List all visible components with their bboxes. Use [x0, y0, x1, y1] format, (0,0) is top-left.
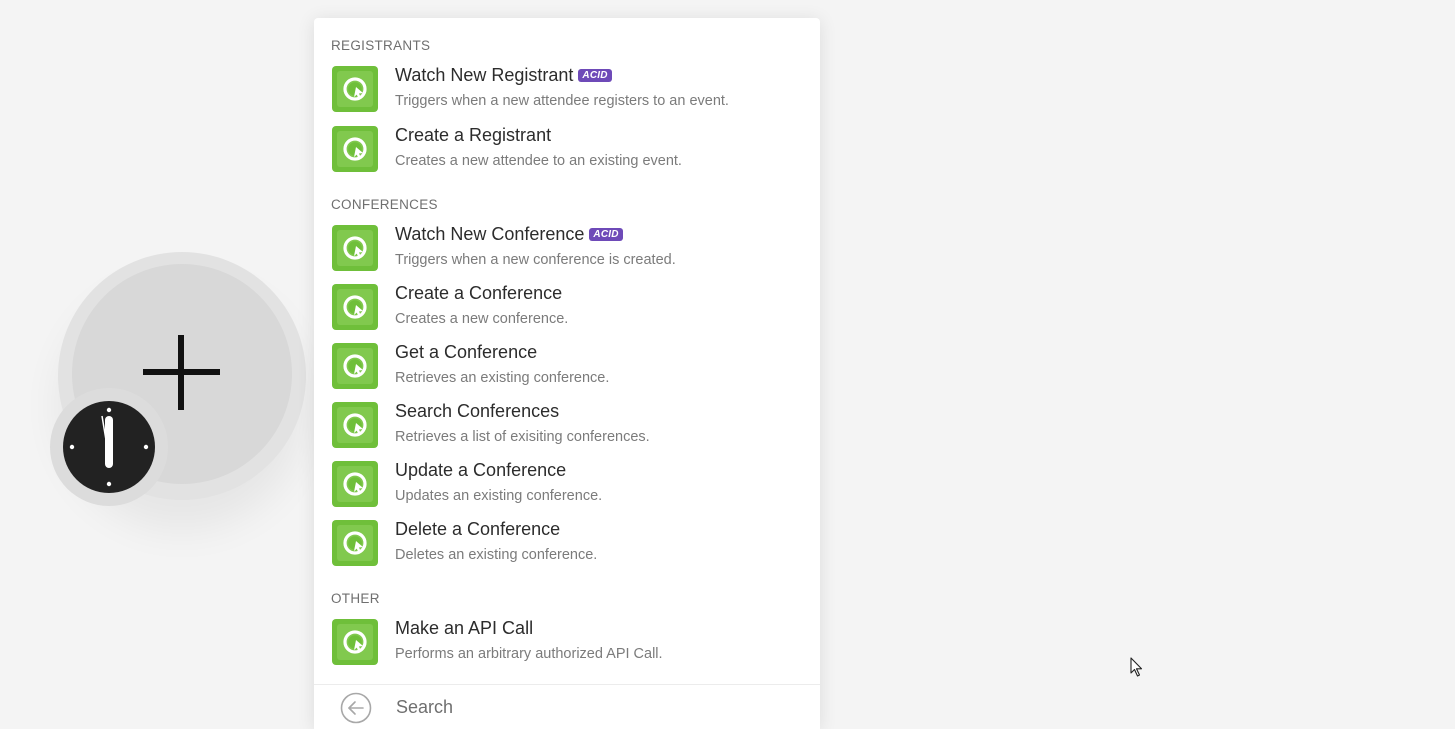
module-item-description: Creates a new conference. [395, 311, 569, 327]
module-item-title: Delete a Conference [395, 519, 561, 539]
app-logo-icon [332, 461, 378, 507]
module-item-title: Search Conferences [395, 401, 560, 421]
app-logo-icon [332, 619, 378, 665]
section-header-registrants: REGISTRANTS [331, 38, 431, 53]
search-input[interactable] [396, 693, 796, 721]
module-item-description: Triggers when a new attendee registers t… [395, 93, 729, 109]
plus-icon[interactable] [143, 335, 220, 410]
module-item-description: Retrieves a list of exisiting conference… [395, 429, 650, 445]
app-logo-icon [332, 343, 378, 389]
app-logo-icon [332, 402, 378, 448]
module-item-title: Create a Registrant [395, 125, 552, 145]
section-header-conferences: CONFERENCES [331, 197, 438, 212]
module-item-search-conferences[interactable]: Search Conferences Retrieves a list of e… [314, 401, 820, 461]
bubble-pointer [290, 354, 306, 390]
module-item-title: Watch New Conference ACID [395, 224, 623, 245]
module-item-title: Watch New Registrant ACID [395, 65, 612, 86]
clock-icon[interactable] [62, 400, 156, 494]
module-picker-panel: REGISTRANTS Watch New Registrant ACID Tri… [314, 18, 820, 729]
module-item-title: Make an API Call [395, 618, 534, 638]
acid-badge: ACID [589, 228, 623, 241]
module-item-delete-conference[interactable]: Delete a Conference Deletes an existing … [314, 519, 820, 579]
module-item-description: Performs an arbitrary authorized API Cal… [395, 646, 663, 662]
mouse-cursor-icon [1130, 657, 1144, 677]
module-item-title: Create a Conference [395, 283, 563, 303]
app-logo-icon [332, 225, 378, 271]
module-item-description: Deletes an existing conference. [395, 547, 598, 563]
app-logo-icon [332, 520, 378, 566]
module-item-title-text: Watch New Registrant [395, 65, 574, 85]
app-logo-icon [332, 284, 378, 330]
module-list[interactable]: REGISTRANTS Watch New Registrant ACID Tri… [314, 18, 820, 684]
module-item-description: Retrieves an existing conference. [395, 370, 610, 386]
module-item-create-conference[interactable]: Create a Conference Creates a new confer… [314, 283, 820, 343]
module-item-make-api-call[interactable]: Make an API Call Performs an arbitrary a… [314, 618, 820, 678]
search-bar [314, 684, 820, 729]
module-item-title: Update a Conference [395, 460, 567, 480]
module-item-get-conference[interactable]: Get a Conference Retrieves an existing c… [314, 342, 820, 402]
arrow-left-circle-icon[interactable] [340, 692, 372, 724]
acid-badge: ACID [578, 69, 612, 82]
section-header-other: OTHER [331, 591, 380, 606]
module-item-title: Get a Conference [395, 342, 538, 362]
module-item-update-conference[interactable]: Update a Conference Updates an existing … [314, 460, 820, 520]
module-item-watch-new-conference[interactable]: Watch New Conference ACID Triggers when a… [314, 224, 820, 284]
module-item-description: Triggers when a new conference is create… [395, 252, 676, 268]
module-item-description: Creates a new attendee to an existing ev… [395, 153, 682, 169]
module-item-watch-new-registrant[interactable]: Watch New Registrant ACID Triggers when a… [314, 65, 820, 125]
module-item-description: Updates an existing conference. [395, 488, 603, 504]
app-logo-icon [332, 126, 378, 172]
module-item-title-text: Watch New Conference [395, 224, 585, 244]
module-item-create-registrant[interactable]: Create a Registrant Creates a new attend… [314, 125, 820, 185]
app-logo-icon [332, 66, 378, 112]
scenario-canvas[interactable]: REGISTRANTS Watch New Registrant ACID Tri… [0, 0, 1455, 729]
